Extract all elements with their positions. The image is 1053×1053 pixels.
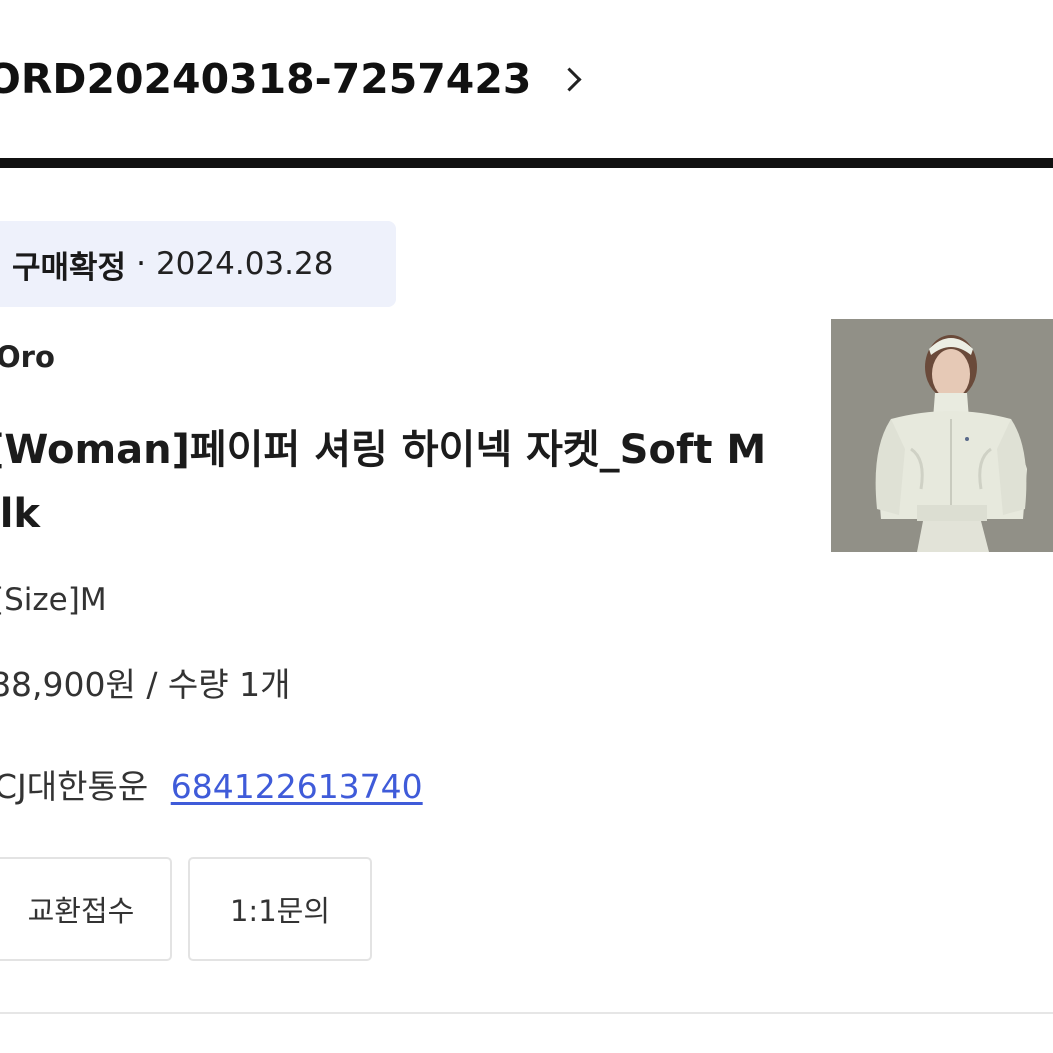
product-thumbnail[interactable]: [831, 319, 1053, 552]
bottom-divider: [0, 1012, 1053, 1014]
inquiry-button[interactable]: 1:1문의: [188, 857, 372, 961]
product-photo-jacket-icon: [831, 319, 1053, 552]
header-divider: [0, 158, 1053, 168]
status-separator: ·: [136, 246, 146, 282]
order-id: ORD20240318-7257423: [0, 55, 532, 103]
status-label: 구매확정: [12, 249, 127, 286]
brand-name[interactable]: Oro: [0, 340, 55, 374]
order-header-link[interactable]: ORD20240318-7257423: [0, 44, 582, 114]
tracking-number-link[interactable]: 684122613740: [171, 767, 423, 806]
price-quantity: 88,900원 / 수량 1개: [0, 665, 291, 704]
status-badge: 구매확정 · 2024.03.28: [0, 221, 396, 307]
status-date: 2024.03.28: [155, 246, 334, 282]
shipping-carrier: CJ대한통운: [0, 767, 149, 806]
product-name[interactable]: [Woman]페이퍼 셔링 하이넥 자켓_Soft Milk: [0, 418, 776, 546]
product-option: [Size]M: [0, 582, 107, 618]
chevron-right-icon: [557, 66, 582, 92]
shipping-info: CJ대한통운 684122613740: [0, 760, 423, 808]
order-detail-page: ORD20240318-7257423 구매확정 · 2024.03.28 Or…: [0, 0, 1053, 1053]
exchange-button[interactable]: 교환접수: [0, 857, 172, 961]
